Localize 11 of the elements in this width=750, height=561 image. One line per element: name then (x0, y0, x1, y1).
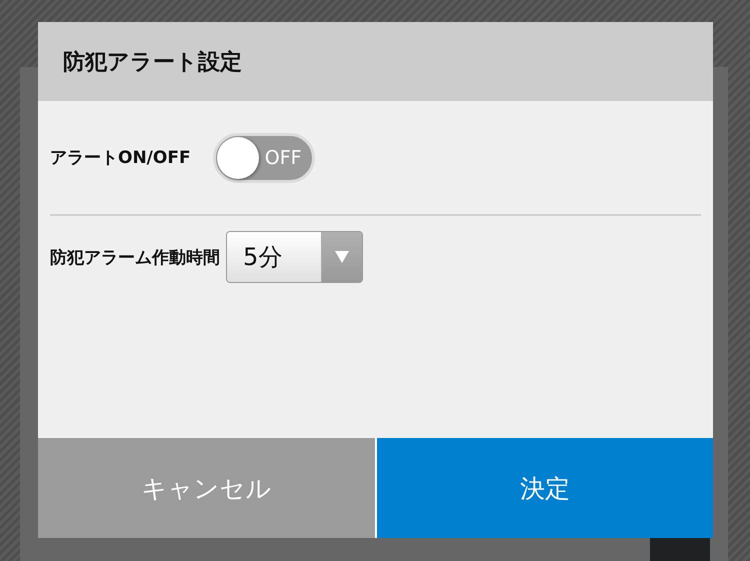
alarm-duration-label: 防犯アラーム作動時間 (50, 246, 220, 268)
toggle-knob (216, 136, 259, 178)
background-block (650, 538, 710, 561)
dropdown-arrow-icon (335, 251, 349, 263)
alert-toggle-label: アラートON/OFF (50, 147, 191, 169)
duration-dropdown[interactable]: 5分 (226, 231, 363, 283)
alert-toggle[interactable]: OFF (212, 132, 315, 182)
dialog-title: 防犯アラート設定 (63, 48, 242, 76)
toggle-state-text: OFF (264, 146, 303, 168)
confirm-button[interactable]: 決定 (376, 438, 713, 538)
cancel-button[interactable]: キャンセル (38, 438, 374, 538)
